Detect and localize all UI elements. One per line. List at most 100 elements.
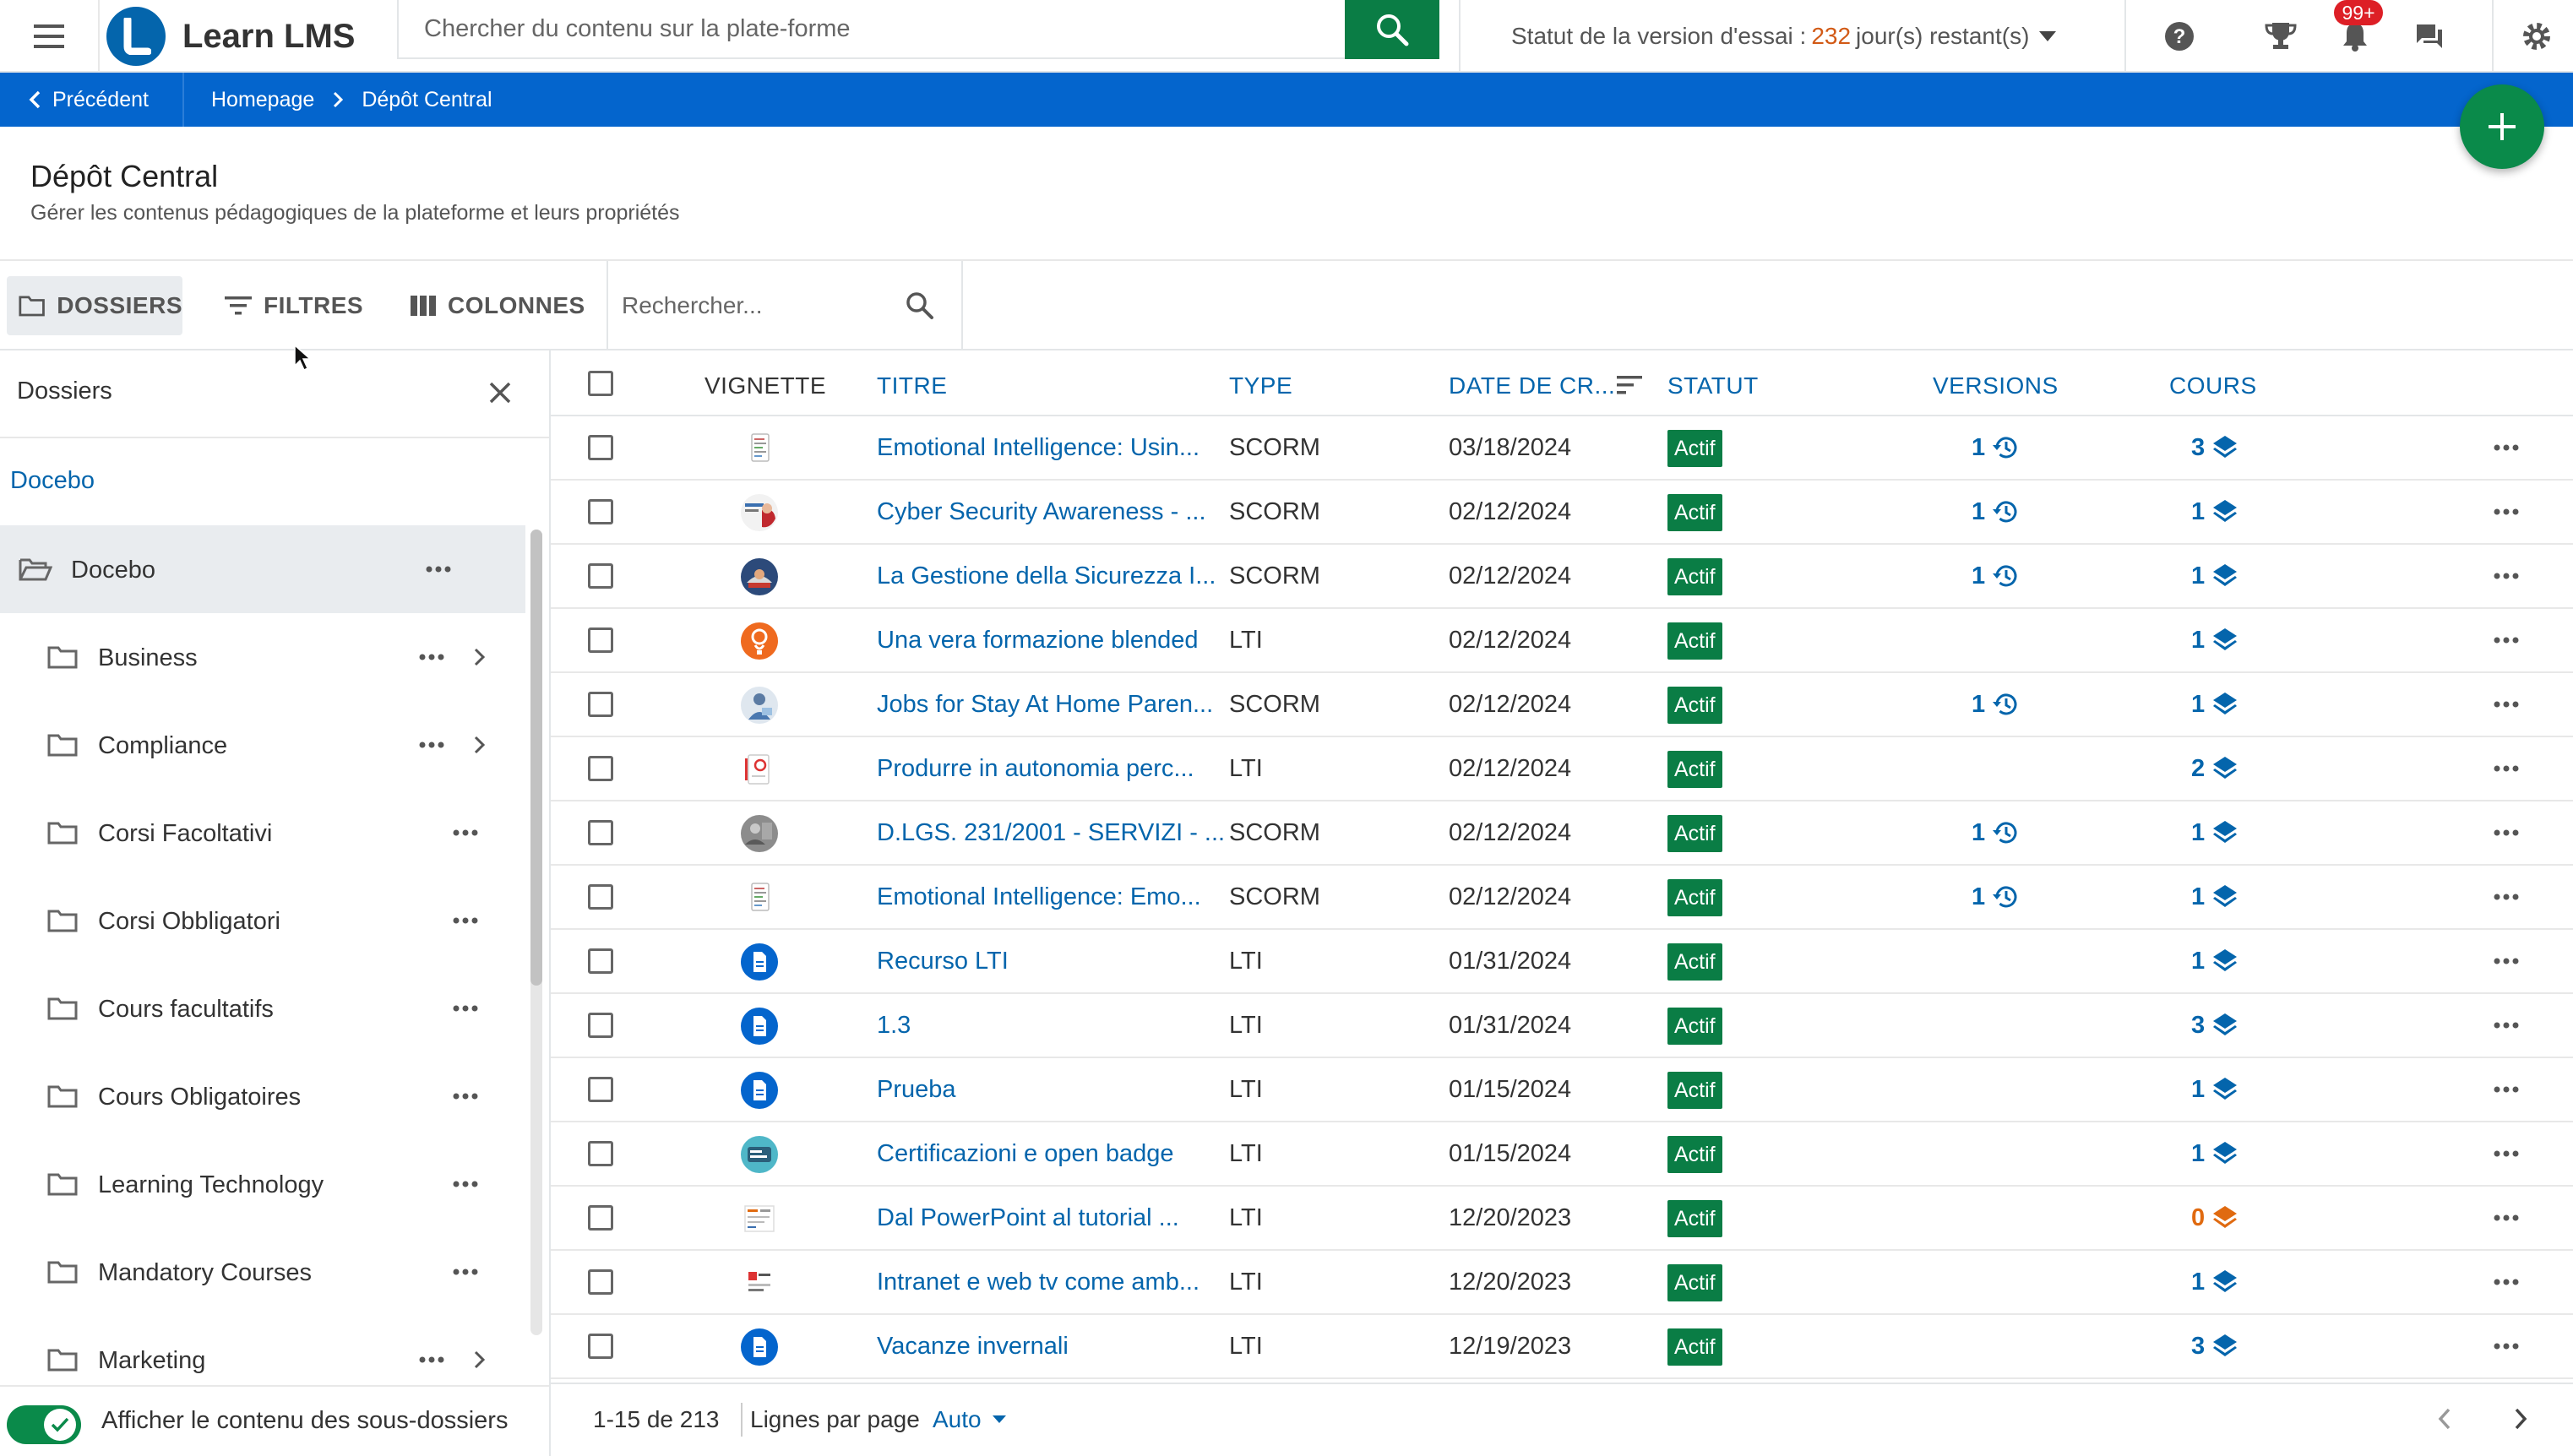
- row-checkbox[interactable]: [588, 563, 613, 589]
- content-title-link[interactable]: Recurso LTI: [877, 930, 1009, 992]
- row-more-icon[interactable]: [2494, 930, 2519, 992]
- courses-link[interactable]: 1: [2191, 673, 2238, 736]
- table-row[interactable]: Jobs for Stay At Home Paren... SCORM 02/12…: [551, 673, 2573, 737]
- content-title-link[interactable]: Cyber Security Awareness - ...: [877, 481, 1206, 543]
- courses-link[interactable]: 1: [2191, 609, 2238, 671]
- folder-item[interactable]: Corsi Obbligatori: [0, 877, 525, 964]
- menu-icon[interactable]: [0, 0, 100, 73]
- more-icon[interactable]: [419, 613, 444, 701]
- previous-page-icon[interactable]: [2436, 1406, 2453, 1432]
- app-logo[interactable]: Learn LMS: [106, 0, 355, 73]
- table-row[interactable]: Emotional Intelligence: Emo... SCORM 02/12…: [551, 866, 2573, 930]
- add-content-button[interactable]: [2460, 84, 2544, 169]
- content-title-link[interactable]: Emotional Intelligence: Usin...: [877, 416, 1199, 479]
- col-versions[interactable]: VERSIONS: [1933, 372, 2059, 399]
- courses-link[interactable]: 1: [2191, 1058, 2238, 1121]
- col-title[interactable]: TITRE: [877, 372, 947, 399]
- courses-link[interactable]: 3: [2191, 416, 2238, 479]
- folder-item[interactable]: Mandatory Courses: [0, 1228, 525, 1316]
- courses-link[interactable]: 1: [2191, 801, 2238, 864]
- content-title-link[interactable]: La Gestione della Sicurezza I...: [877, 545, 1216, 607]
- courses-link[interactable]: 1: [2191, 545, 2238, 607]
- row-checkbox[interactable]: [588, 1077, 613, 1102]
- col-status[interactable]: STATUT: [1667, 372, 1759, 399]
- table-row[interactable]: Dal PowerPoint al tutorial ... LTI 12/20/2…: [551, 1187, 2573, 1251]
- table-row[interactable]: Certificazioni e open badge LTI 01/15/2024…: [551, 1122, 2573, 1187]
- search-button[interactable]: [1345, 0, 1439, 59]
- table-search-input[interactable]: [622, 276, 900, 335]
- help-icon[interactable]: ?: [2146, 0, 2213, 73]
- row-more-icon[interactable]: [2494, 1058, 2519, 1121]
- courses-link[interactable]: 0: [2191, 1187, 2238, 1249]
- versions-link[interactable]: 1: [1972, 801, 2021, 864]
- more-icon[interactable]: [453, 1052, 478, 1140]
- subfolder-toggle[interactable]: [7, 1405, 81, 1444]
- folder-item[interactable]: Business: [0, 613, 525, 701]
- row-more-icon[interactable]: [2494, 609, 2519, 671]
- table-row[interactable]: Prueba LTI 01/15/2024 Actif 1: [551, 1058, 2573, 1122]
- row-more-icon[interactable]: [2494, 481, 2519, 543]
- folders-button[interactable]: DOSSIERS: [7, 276, 182, 335]
- trial-status[interactable]: Statut de la version d'essai : 232 jour(…: [1459, 0, 2126, 73]
- rows-per-page-select[interactable]: Auto: [933, 1406, 1007, 1433]
- col-courses[interactable]: COURS: [2169, 372, 2257, 399]
- courses-link[interactable]: 2: [2191, 737, 2238, 800]
- row-checkbox[interactable]: [588, 820, 613, 845]
- more-icon[interactable]: [453, 1228, 478, 1316]
- content-title-link[interactable]: Prueba: [877, 1058, 956, 1121]
- row-more-icon[interactable]: [2494, 1187, 2519, 1249]
- folder-root-link[interactable]: Docebo: [10, 467, 95, 495]
- content-title-link[interactable]: Dal PowerPoint al tutorial ...: [877, 1187, 1179, 1249]
- versions-link[interactable]: 1: [1972, 673, 2021, 736]
- versions-link[interactable]: 1: [1972, 866, 2021, 928]
- courses-link[interactable]: 1: [2191, 866, 2238, 928]
- row-more-icon[interactable]: [2494, 673, 2519, 736]
- row-checkbox[interactable]: [588, 1334, 613, 1359]
- table-row[interactable]: 1.3 LTI 01/31/2024 Actif 3: [551, 994, 2573, 1058]
- content-title-link[interactable]: Emotional Intelligence: Emo...: [877, 866, 1201, 928]
- courses-link[interactable]: 1: [2191, 481, 2238, 543]
- table-row[interactable]: Recurso LTI LTI 01/31/2024 Actif 1: [551, 930, 2573, 994]
- chevron-right-icon[interactable]: [473, 701, 485, 789]
- content-title-link[interactable]: Certificazioni e open badge: [877, 1122, 1173, 1185]
- row-more-icon[interactable]: [2494, 416, 2519, 479]
- folder-item[interactable]: Marketing: [0, 1316, 525, 1385]
- courses-link[interactable]: 1: [2191, 1122, 2238, 1185]
- close-icon[interactable]: [488, 381, 512, 405]
- col-type[interactable]: TYPE: [1229, 372, 1292, 399]
- table-row[interactable]: Produrre in autonomia perc... LTI 02/12/20…: [551, 737, 2573, 801]
- courses-link[interactable]: 3: [2191, 994, 2238, 1057]
- sort-icon[interactable]: [1617, 374, 1642, 396]
- row-checkbox[interactable]: [588, 1269, 613, 1295]
- more-icon[interactable]: [419, 1316, 444, 1385]
- chat-icon[interactable]: [2396, 0, 2463, 73]
- chevron-right-icon[interactable]: [473, 613, 485, 701]
- content-title-link[interactable]: D.LGS. 231/2001 - SERVIZI - ...: [877, 801, 1225, 864]
- trophy-icon[interactable]: [2247, 0, 2315, 73]
- table-row[interactable]: Una vera formazione blended LTI 02/12/2024…: [551, 609, 2573, 673]
- more-icon[interactable]: [453, 789, 478, 877]
- versions-link[interactable]: 1: [1972, 416, 2021, 479]
- row-more-icon[interactable]: [2494, 801, 2519, 864]
- row-checkbox[interactable]: [588, 756, 613, 781]
- breadcrumb-homepage[interactable]: Homepage: [211, 88, 314, 112]
- row-checkbox[interactable]: [588, 435, 613, 460]
- folder-item[interactable]: Compliance: [0, 701, 525, 789]
- chevron-right-icon[interactable]: [473, 1316, 485, 1385]
- search-icon[interactable]: [906, 291, 934, 320]
- back-button[interactable]: Précédent: [0, 73, 184, 127]
- folder-item[interactable]: Cours Obligatoires: [0, 1052, 525, 1140]
- gear-icon[interactable]: [2500, 0, 2573, 73]
- columns-button[interactable]: COLONNES: [411, 276, 585, 335]
- row-more-icon[interactable]: [2494, 1122, 2519, 1185]
- folder-item[interactable]: Cours facultatifs: [0, 964, 525, 1052]
- folder-item[interactable]: Docebo: [0, 525, 525, 613]
- courses-link[interactable]: 3: [2191, 1315, 2238, 1377]
- table-row[interactable]: La Gestione della Sicurezza I... SCORM 02/…: [551, 545, 2573, 609]
- content-title-link[interactable]: Una vera formazione blended: [877, 609, 1198, 671]
- row-checkbox[interactable]: [588, 1013, 613, 1038]
- versions-link[interactable]: 1: [1972, 481, 2021, 543]
- row-more-icon[interactable]: [2494, 1251, 2519, 1313]
- courses-link[interactable]: 1: [2191, 930, 2238, 992]
- row-more-icon[interactable]: [2494, 994, 2519, 1057]
